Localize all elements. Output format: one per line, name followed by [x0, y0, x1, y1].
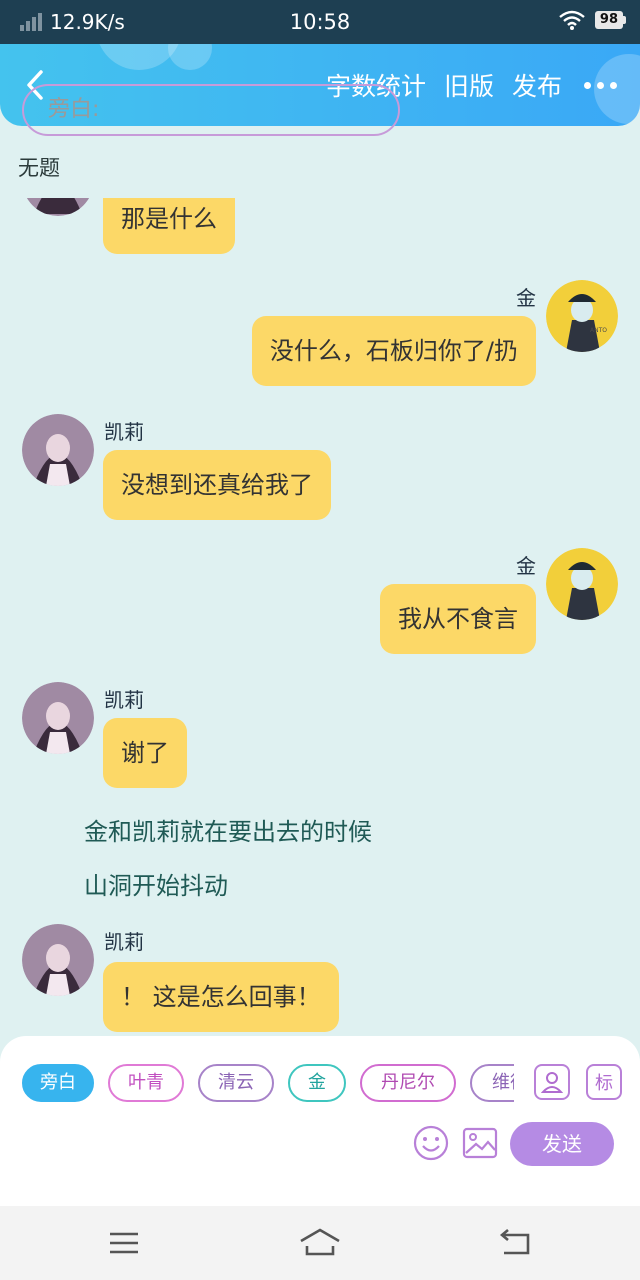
- role-chip[interactable]: 叶青: [108, 1064, 184, 1102]
- role-chip[interactable]: 维德: [470, 1064, 514, 1102]
- composer-panel: 旁白 叶青 清云 金 丹尼尔 维德 标: [0, 1036, 640, 1206]
- home-icon[interactable]: [298, 1226, 342, 1260]
- message-bubble[interactable]: 没想到还真给我了: [103, 450, 331, 520]
- page-title: 无题: [18, 156, 60, 180]
- speaker-name: 凯莉: [104, 930, 144, 954]
- message-bubble[interactable]: 没什么，石板归你了/扔: [251, 316, 536, 386]
- emoji-icon[interactable]: [412, 1124, 450, 1162]
- avatar-kelly[interactable]: [22, 414, 94, 486]
- user-profile-icon[interactable]: [534, 1064, 570, 1100]
- publish-button[interactable]: 发布: [512, 67, 562, 103]
- clock: 10:58: [289, 10, 351, 34]
- wifi-icon: [559, 10, 585, 30]
- speaker-name: 凯莉: [104, 688, 144, 712]
- send-button[interactable]: 发送: [510, 1122, 614, 1166]
- avatar-kelly[interactable]: [22, 198, 94, 216]
- avatar-jin[interactable]: ANTO: [546, 280, 618, 352]
- more-dots-icon[interactable]: [580, 81, 620, 89]
- role-selector[interactable]: 旁白 叶青 清云 金 丹尼尔 维德: [22, 1064, 514, 1102]
- system-nav-bar: [0, 1206, 640, 1280]
- role-chip[interactable]: 清云: [198, 1064, 274, 1102]
- message-bubble[interactable]: 那是什么: [103, 198, 235, 254]
- message-bubble[interactable]: ！ 这是怎么回事！: [103, 962, 339, 1032]
- old-version-button[interactable]: 旧版: [444, 67, 494, 103]
- avatar-jin[interactable]: [546, 548, 618, 620]
- avatar-kelly[interactable]: [22, 682, 94, 754]
- battery-level: 98: [594, 11, 623, 29]
- menu-icon[interactable]: [104, 1226, 144, 1260]
- speaker-name: 金: [516, 554, 536, 578]
- chat-area[interactable]: 那是什么 金 ANTO 没什么，石板归你了/扔 凯莉 没想到还真给我了 金 我从…: [0, 198, 640, 1038]
- battery-icon: 98: [594, 11, 626, 29]
- narration-text[interactable]: 金和凯莉就在要出去的时候: [84, 812, 372, 847]
- svg-text:ANTO: ANTO: [590, 327, 607, 334]
- avatar-kelly[interactable]: [22, 924, 94, 996]
- speaker-name: 凯莉: [104, 420, 144, 444]
- image-icon[interactable]: [462, 1126, 498, 1160]
- role-chip[interactable]: 丹尼尔: [360, 1064, 456, 1102]
- message-bubble[interactable]: 我从不食言: [380, 584, 536, 654]
- speaker-name: 金: [516, 286, 536, 310]
- back-nav-icon[interactable]: [496, 1226, 536, 1260]
- narration-text[interactable]: 山洞开始抖动: [84, 866, 228, 901]
- role-chip-narrator[interactable]: 旁白: [22, 1064, 94, 1102]
- message-bubble[interactable]: 谢了: [103, 718, 187, 788]
- tag-button[interactable]: 标: [586, 1064, 622, 1100]
- role-chip[interactable]: 金: [288, 1064, 346, 1102]
- status-bar: 12.9K/s 10:58 98: [0, 0, 640, 44]
- message-input[interactable]: 旁白:: [22, 84, 400, 136]
